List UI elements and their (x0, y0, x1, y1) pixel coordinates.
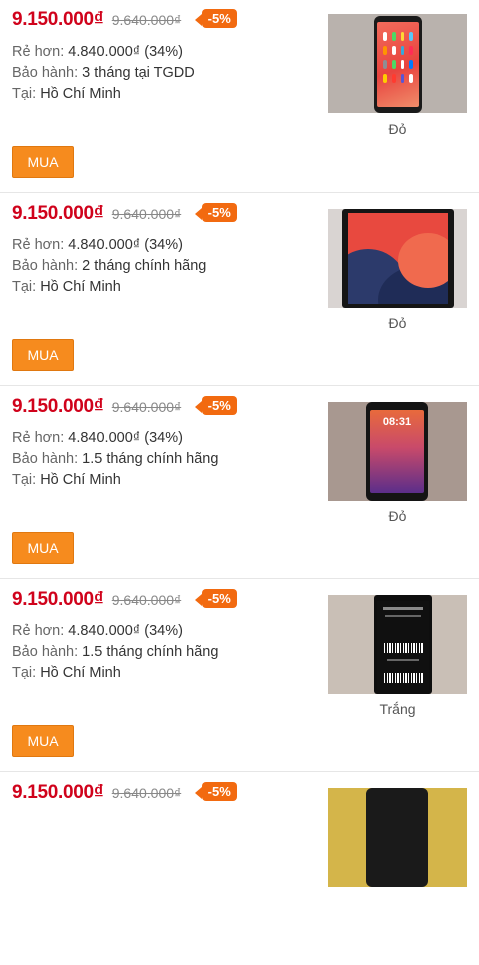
savings-label: Rẻ hơn: (12, 44, 65, 60)
warranty-value: 2 tháng chính hãng (82, 258, 207, 274)
savings-line: Rẻ hơn: 4.840.000₫ (34%) (12, 623, 183, 639)
warranty-label: Bảo hành: (12, 258, 79, 274)
price-row: 9.150.000₫ 9.640.000₫ -5% (12, 781, 237, 806)
location-value: Hồ Chí Minh (40, 472, 121, 488)
price-row: 9.150.000₫ 9.640.000₫ -5% (12, 202, 237, 227)
original-price: 9.640.000₫ (111, 206, 182, 222)
warranty-value: 3 tháng tại TGDD (82, 65, 195, 81)
product-listing: 9.150.000₫ 9.640.000₫ -5% (0, 772, 479, 965)
warranty-value: 1.5 tháng chính hãng (82, 451, 219, 467)
price-row: 9.150.000₫ 9.640.000₫ -5% (12, 588, 237, 613)
savings-label: Rẻ hơn: (12, 430, 65, 446)
phone-image-icon (366, 788, 428, 887)
warranty-label: Bảo hành: (12, 451, 79, 467)
color-label: Đỏ (388, 508, 407, 524)
savings-label: Rẻ hơn: (12, 237, 65, 253)
location-line: Tại: Hồ Chí Minh (12, 279, 121, 295)
product-listing: 9.150.000₫ 9.640.000₫ -5% Rẻ hơn: 4.840.… (0, 386, 479, 579)
product-image[interactable] (328, 14, 467, 113)
buy-button[interactable]: MUA (12, 532, 74, 564)
location-label: Tại: (12, 86, 37, 102)
buy-button[interactable]: MUA (12, 725, 74, 757)
color-label: Đỏ (388, 315, 407, 331)
discount-badge: -5% (194, 8, 237, 28)
discount-badge: -5% (194, 588, 237, 608)
warranty-label: Bảo hành: (12, 65, 79, 81)
location-label: Tại: (12, 279, 37, 295)
discount-badge: -5% (194, 202, 237, 222)
phone-image-icon (374, 16, 422, 113)
discount-badge: -5% (194, 781, 237, 801)
phone-image-icon (342, 209, 454, 308)
product-listing: 9.150.000₫ 9.640.000₫ -5% Rẻ hơn: 4.840.… (0, 579, 479, 772)
color-label: Đỏ (388, 121, 407, 137)
product-image[interactable] (328, 595, 467, 694)
savings-value: 4.840.000₫ (34%) (68, 430, 183, 446)
discount-badge: -5% (194, 395, 237, 415)
warranty-label: Bảo hành: (12, 644, 79, 660)
price-row: 9.150.000₫ 9.640.000₫ -5% (12, 8, 237, 33)
location-line: Tại: Hồ Chí Minh (12, 86, 121, 102)
original-price: 9.640.000₫ (111, 399, 182, 415)
savings-value: 4.840.000₫ (34%) (68, 44, 183, 60)
color-label: Trắng (379, 701, 416, 717)
product-listing: 9.150.000₫ 9.640.000₫ -5% Rẻ hơn: 4.840.… (0, 0, 479, 193)
product-image[interactable]: 08:31 (328, 402, 467, 501)
savings-label: Rẻ hơn: (12, 623, 65, 639)
location-label: Tại: (12, 665, 37, 681)
buy-button[interactable]: MUA (12, 146, 74, 178)
savings-value: 4.840.000₫ (34%) (68, 237, 183, 253)
sale-price: 9.150.000₫ (12, 203, 104, 224)
product-image[interactable] (328, 788, 467, 887)
savings-line: Rẻ hơn: 4.840.000₫ (34%) (12, 237, 183, 253)
warranty-line: Bảo hành: 2 tháng chính hãng (12, 258, 206, 274)
warranty-value: 1.5 tháng chính hãng (82, 644, 219, 660)
warranty-line: Bảo hành: 1.5 tháng chính hãng (12, 644, 218, 660)
location-value: Hồ Chí Minh (40, 665, 121, 681)
original-price: 9.640.000₫ (111, 592, 182, 608)
sale-price: 9.150.000₫ (12, 589, 104, 610)
location-value: Hồ Chí Minh (40, 86, 121, 102)
phone-image-icon: 08:31 (366, 402, 428, 501)
savings-line: Rẻ hơn: 4.840.000₫ (34%) (12, 44, 183, 60)
sale-price: 9.150.000₫ (12, 396, 104, 417)
buy-button[interactable]: MUA (12, 339, 74, 371)
original-price: 9.640.000₫ (111, 785, 182, 801)
savings-value: 4.840.000₫ (34%) (68, 623, 183, 639)
location-line: Tại: Hồ Chí Minh (12, 665, 121, 681)
product-listing: 9.150.000₫ 9.640.000₫ -5% Rẻ hơn: 4.840.… (0, 193, 479, 386)
location-value: Hồ Chí Minh (40, 279, 121, 295)
location-line: Tại: Hồ Chí Minh (12, 472, 121, 488)
location-label: Tại: (12, 472, 37, 488)
phone-image-icon (374, 595, 432, 694)
product-image[interactable] (328, 209, 467, 308)
original-price: 9.640.000₫ (111, 12, 182, 28)
price-row: 9.150.000₫ 9.640.000₫ -5% (12, 395, 237, 420)
savings-line: Rẻ hơn: 4.840.000₫ (34%) (12, 430, 183, 446)
warranty-line: Bảo hành: 1.5 tháng chính hãng (12, 451, 218, 467)
warranty-line: Bảo hành: 3 tháng tại TGDD (12, 65, 195, 81)
sale-price: 9.150.000₫ (12, 9, 104, 30)
